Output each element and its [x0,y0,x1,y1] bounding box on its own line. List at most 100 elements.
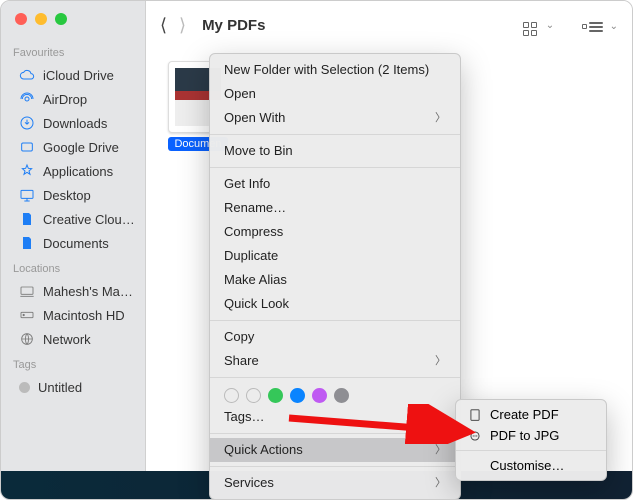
chevron-right-icon: 〉 [435,474,446,492]
menu-label: Copy [224,328,254,346]
group-button[interactable]: ⌄ [582,16,618,34]
grid-icon [523,22,539,36]
chevron-right-icon: 〉 [435,352,446,370]
submenu-customise[interactable]: Customise… [456,455,606,476]
chevron-right-icon: 〉 [435,109,446,127]
menu-new-folder[interactable]: New Folder with Selection (2 Items) [210,58,460,82]
menu-label: Make Alias [224,271,287,289]
menu-quick-look[interactable]: Quick Look [210,292,460,316]
chevron-down-icon: ⌄ [608,21,618,32]
sidebar-item-mac[interactable]: Mahesh's Ma… [1,279,145,303]
sidebar: Favourites iCloud Drive AirDrop Download… [1,1,146,499]
menu-share[interactable]: Share 〉 [210,349,460,373]
tag-purple[interactable] [312,388,327,403]
zoom-button[interactable] [55,13,67,25]
sidebar-item-downloads[interactable]: Downloads [1,111,145,135]
sidebar-item-applications[interactable]: Applications [1,159,145,183]
sidebar-item-label: Network [43,332,91,347]
menu-open-with[interactable]: Open With 〉 [210,106,460,130]
sidebar-item-label: Creative Clou… [43,212,135,227]
menu-separator [456,450,606,451]
menu-label: Open With [224,109,285,127]
menu-copy[interactable]: Copy [210,325,460,349]
tag-none-2[interactable] [246,388,261,403]
sidebar-item-label: Applications [43,164,113,179]
menu-move-to-bin[interactable]: Move to Bin [210,139,460,163]
menu-services[interactable]: Services 〉 [210,471,460,495]
sidebar-item-label: AirDrop [43,92,87,107]
menu-compress[interactable]: Compress [210,220,460,244]
menu-label: Share [224,352,259,370]
menu-label: Get Info [224,175,270,193]
menu-get-info[interactable]: Get Info [210,172,460,196]
context-menu: New Folder with Selection (2 Items) Open… [209,53,461,500]
menu-open[interactable]: Open [210,82,460,106]
page-title: My PDFs [202,17,265,34]
close-button[interactable] [15,13,27,25]
menu-separator [210,433,460,434]
submenu-create-pdf[interactable]: Create PDF [456,404,606,425]
menu-label: Move to Bin [224,142,293,160]
submenu-pdf-to-jpg[interactable]: PDF to JPG [456,425,606,446]
tag-blue[interactable] [290,388,305,403]
sidebar-item-tag-untitled[interactable]: Untitled [1,375,145,399]
section-tags: Tags [1,351,145,375]
tag-color-dot [19,382,30,393]
menu-separator [210,320,460,321]
chevron-down-icon: ⌄ [544,20,554,31]
menu-tag-colors [210,382,460,405]
minimize-button[interactable] [35,13,47,25]
menu-duplicate[interactable]: Duplicate [210,244,460,268]
back-button[interactable]: ⟨ [160,15,167,36]
menu-label: Tags… [224,408,264,426]
sidebar-item-documents[interactable]: Documents [1,231,145,255]
sidebar-item-creativecloud[interactable]: Creative Clou… [1,207,145,231]
menu-label: Open [224,85,256,103]
sidebar-item-network[interactable]: Network [1,327,145,351]
sidebar-item-airdrop[interactable]: AirDrop [1,87,145,111]
menu-separator [210,134,460,135]
menu-label: Services [224,474,274,492]
pdf-icon [468,408,482,422]
submenu-label: PDF to JPG [490,428,559,443]
menu-label: Quick Look [224,295,289,313]
forward-button[interactable]: ⟩ [179,15,186,36]
toolbar: ⟨ ⟩ My PDFs ⌄ ⌄ [146,1,632,49]
sidebar-item-label: Desktop [43,188,91,203]
sidebar-item-label: Untitled [38,380,82,395]
window-controls [1,13,145,39]
tag-green[interactable] [268,388,283,403]
menu-separator [210,377,460,378]
menu-tags[interactable]: Tags… [210,405,460,429]
section-favourites: Favourites [1,39,145,63]
menu-separator [210,167,460,168]
sidebar-item-label: iCloud Drive [43,68,114,83]
sidebar-item-desktop[interactable]: Desktop [1,183,145,207]
menu-label: New Folder with Selection (2 Items) [224,61,429,79]
view-grid-button[interactable]: ⌄ [523,15,554,36]
sidebar-item-macintoshhd[interactable]: Macintosh HD [1,303,145,327]
menu-make-alias[interactable]: Make Alias [210,268,460,292]
workflow-icon [468,429,482,443]
sidebar-item-label: Macintosh HD [43,308,125,323]
group-icon [582,20,603,34]
finder-window: Favourites iCloud Drive AirDrop Download… [0,0,633,500]
menu-rename[interactable]: Rename… [210,196,460,220]
sidebar-item-googledrive[interactable]: Google Drive [1,135,145,159]
menu-separator [210,466,460,467]
sidebar-item-label: Documents [43,236,109,251]
menu-quick-actions[interactable]: Quick Actions 〉 [210,438,460,462]
submenu-label: Create PDF [490,407,559,422]
sidebar-item-icloud[interactable]: iCloud Drive [1,63,145,87]
menu-label: Duplicate [224,247,278,265]
menu-label: Compress [224,223,283,241]
menu-label: Quick Actions [224,441,303,459]
chevron-right-icon: 〉 [435,441,446,459]
tag-gray[interactable] [334,388,349,403]
sidebar-item-label: Google Drive [43,140,119,155]
tag-none[interactable] [224,388,239,403]
sidebar-item-label: Downloads [43,116,107,131]
section-locations: Locations [1,255,145,279]
menu-label: Rename… [224,199,286,217]
quick-actions-submenu: Create PDF PDF to JPG Customise… [455,399,607,481]
